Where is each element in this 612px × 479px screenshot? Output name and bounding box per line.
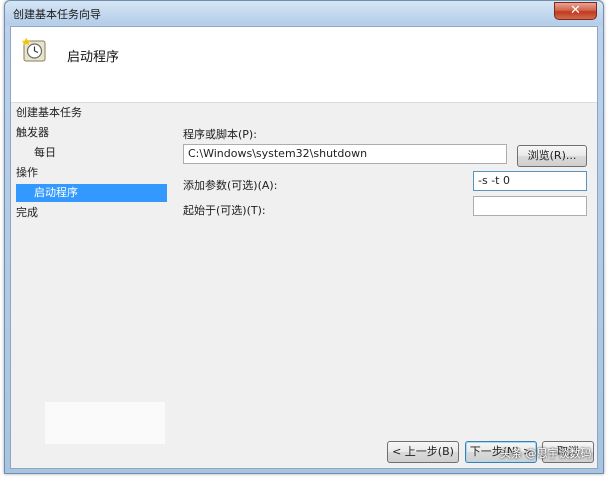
wizard-header: 启动程序 xyxy=(11,27,597,103)
step-trigger[interactable]: 触发器 xyxy=(16,124,156,142)
watermark-text: 头条 @思宇谈数码 xyxy=(500,447,592,460)
step-action[interactable]: 操作 xyxy=(16,164,156,182)
step-create-basic-task[interactable]: 创建基本任务 xyxy=(16,104,156,122)
back-button[interactable]: < 上一步(B) xyxy=(387,441,459,463)
close-icon: ✕ xyxy=(570,3,581,18)
title-bar[interactable]: 创建基本任务向导 ✕ xyxy=(5,1,603,25)
close-button[interactable]: ✕ xyxy=(554,2,597,20)
program-label: 程序或脚本(P): xyxy=(183,128,257,141)
program-input[interactable]: C:\Windows\system32\shutdown xyxy=(183,144,507,164)
wizard-window: 创建基本任务向导 ✕ 启动程序 创建基本任务 触发器 每日 操作 启动程序 完成… xyxy=(4,0,604,474)
task-clock-icon xyxy=(21,37,46,62)
start-in-input[interactable] xyxy=(473,196,587,216)
window-title: 创建基本任务向导 xyxy=(13,8,101,21)
arguments-label: 添加参数(可选)(A): xyxy=(183,179,278,192)
browse-button[interactable]: 浏览(R)... xyxy=(517,145,587,167)
blank-panel xyxy=(45,402,165,444)
client-area: 启动程序 创建基本任务 触发器 每日 操作 启动程序 完成 程序或脚本(P): … xyxy=(10,26,598,469)
page-title: 启动程序 xyxy=(67,50,120,65)
wizard-steps-nav: 创建基本任务 触发器 每日 操作 启动程序 完成 xyxy=(11,103,167,323)
step-finish[interactable]: 完成 xyxy=(16,204,156,222)
start-in-label: 起始于(可选)(T): xyxy=(183,204,266,217)
arguments-input[interactable]: -s -t 0 xyxy=(473,171,587,191)
step-daily[interactable]: 每日 xyxy=(34,144,156,162)
step-start-program[interactable]: 启动程序 xyxy=(16,184,167,202)
